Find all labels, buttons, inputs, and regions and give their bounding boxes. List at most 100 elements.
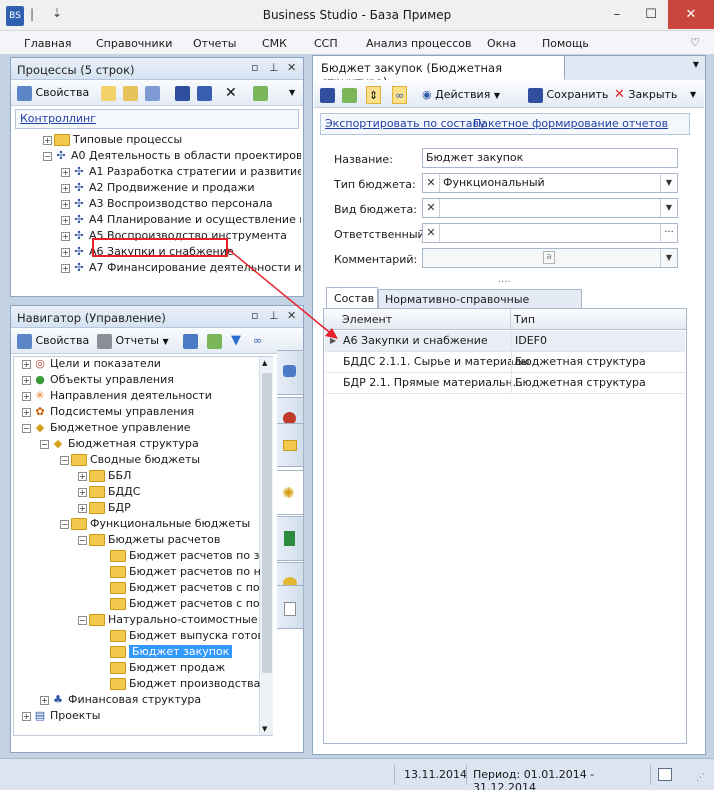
tab-reference-docs[interactable]: Нормативно-справочные документы — [378, 289, 582, 319]
properties-button[interactable]: Свойства — [17, 84, 89, 102]
save-icon[interactable] — [175, 84, 190, 102]
expand-icon[interactable]: + — [61, 167, 70, 177]
tree-item[interactable]: − Бюджеты расчетов — [78, 532, 220, 548]
splitter-grip[interactable]: .... — [498, 274, 511, 285]
resize-grip-icon[interactable]: ⋰ — [696, 773, 705, 783]
tree-item[interactable]: Бюджет выпуска готово — [110, 628, 260, 644]
menu-windows[interactable]: Окна — [487, 37, 516, 50]
tree-item[interactable]: + ✣ А3 Воспроизводство персонала — [61, 196, 273, 212]
tree-item[interactable]: − Функциональные бюджеты — [60, 516, 250, 532]
tree-item[interactable]: + БДР — [78, 500, 131, 516]
expand-icon[interactable]: + — [22, 391, 31, 401]
header-element[interactable]: Элемент — [342, 313, 392, 326]
side-tab-tag[interactable] — [277, 350, 304, 395]
panel-menu-icon[interactable]: ▫ — [251, 61, 258, 74]
dropdown-icon[interactable]: ▼ — [660, 174, 677, 192]
dropdown-icon[interactable]: ▼ — [660, 249, 677, 267]
table-row[interactable]: БДДС 2.1.1. Сырье и материалы Бюджетная … — [325, 352, 685, 373]
link-icon[interactable]: ∞ — [253, 332, 262, 350]
minimize-button[interactable]: – — [600, 0, 634, 29]
tree-item[interactable]: + БДДС — [78, 484, 140, 500]
ribbon-collapse-icon[interactable]: ♡ — [690, 36, 700, 49]
tree-item[interactable]: + ББЛ — [78, 468, 131, 484]
side-tab-document[interactable] — [277, 585, 304, 629]
pin-icon[interactable]: ⊥ — [269, 61, 279, 74]
save-all-icon[interactable] — [197, 84, 212, 102]
expand-fields-icon[interactable]: ⇕ — [366, 86, 382, 104]
tree-item[interactable]: Бюджет расчетов с пост — [110, 596, 260, 612]
expand-icon[interactable]: + — [61, 199, 70, 209]
properties-button[interactable]: Свойства — [17, 332, 89, 350]
collapse-icon[interactable]: − — [78, 615, 87, 625]
document-tab[interactable]: Бюджет закупок (Бюджетная структура) — [313, 56, 565, 89]
expand-icon[interactable]: + — [78, 503, 87, 513]
new-folder-icon[interactable] — [123, 84, 138, 102]
ellipsis-icon[interactable]: ··· — [660, 224, 677, 242]
tree-item[interactable]: + ✳ Направления деятельности — [22, 388, 212, 404]
clear-icon[interactable]: ✕ — [423, 199, 440, 217]
tree-item[interactable]: + ✣ А1 Разработка стратегии и развитие би — [61, 164, 301, 180]
vertical-scrollbar[interactable]: ▲ ▼ — [259, 357, 273, 735]
clear-icon[interactable]: ✕ — [423, 174, 440, 192]
expand-icon[interactable]: + — [78, 471, 87, 481]
close-window-button[interactable]: ✕ — [668, 0, 714, 29]
collapse-icon[interactable]: − — [60, 455, 69, 465]
responsible-field[interactable]: ✕ ··· — [422, 223, 678, 243]
delete-icon[interactable]: ✕ — [225, 84, 237, 102]
expand-icon[interactable]: + — [22, 375, 31, 385]
name-field[interactable]: Бюджет закупок — [422, 148, 678, 168]
panel-menu-icon[interactable]: ▫ — [251, 309, 258, 322]
new-item-icon[interactable] — [101, 84, 116, 102]
save-button[interactable]: Сохранить — [528, 86, 608, 104]
pin-icon[interactable]: ⊥ — [269, 309, 279, 322]
refresh-icon[interactable] — [253, 84, 268, 102]
tree-item[interactable]: + ✣ А2 Продвижение и продажи — [61, 180, 254, 196]
tree-item[interactable]: +✣А4 Планирование и осуществление прое — [61, 212, 301, 228]
filter-icon[interactable]: ▼ — [231, 332, 241, 350]
filter-link[interactable]: Контроллинг — [20, 112, 96, 125]
collapse-icon[interactable]: − — [40, 439, 49, 449]
budget-kind-field[interactable]: ✕ ▼ — [422, 198, 678, 218]
menu-home[interactable]: Главная — [24, 37, 72, 50]
tree-item[interactable]: +✣А7 Финансирование деятельности и рас — [61, 260, 301, 276]
menu-reports[interactable]: Отчеты — [193, 37, 236, 50]
table-row[interactable]: БДР 2.1. Прямые материальн... Бюджетная … — [325, 373, 685, 394]
tree-item[interactable]: + ◎ Цели и показатели — [22, 356, 161, 372]
scroll-up-icon[interactable]: ▲ — [262, 359, 267, 367]
expand-icon[interactable]: + — [61, 215, 70, 225]
batch-reports-link[interactable]: Пакетное формирование отчетов — [473, 117, 668, 130]
tree-item[interactable]: − Натурально-стоимостные б — [78, 612, 260, 628]
menu-qms[interactable]: СМК — [262, 37, 287, 50]
tree-item[interactable]: + Типовые процессы — [43, 132, 182, 148]
menu-bsc[interactable]: ССП — [314, 37, 338, 50]
tree-item-selected[interactable]: Бюджет закупок — [110, 644, 233, 660]
expand-icon[interactable]: + — [22, 407, 31, 417]
expand-icon[interactable]: + — [22, 359, 31, 369]
scroll-thumb[interactable] — [262, 373, 272, 673]
dropdown-icon[interactable]: ▼ — [660, 199, 677, 217]
maximize-button[interactable]: ☐ — [634, 0, 668, 29]
close-doc-button[interactable]: ✕ Закрыть — [614, 86, 677, 104]
header-type[interactable]: Тип — [514, 313, 535, 326]
tree-item[interactable]: + ♣ Финансовая структура — [40, 692, 201, 708]
new-process-icon[interactable] — [145, 84, 160, 102]
menu-process-analysis[interactable]: Анализ процессов — [366, 37, 471, 50]
refresh-icon[interactable] — [207, 332, 222, 350]
clear-icon[interactable]: ✕ — [423, 224, 440, 242]
expand-icon[interactable]: + — [43, 135, 52, 145]
tree-item[interactable]: Бюджет продаж — [110, 660, 225, 676]
expand-icon[interactable]: + — [61, 247, 70, 257]
reports-button[interactable]: Отчеты ▼ — [97, 332, 169, 350]
expand-icon[interactable]: + — [61, 231, 70, 241]
tree-item[interactable]: Бюджет расчетов с поку — [110, 580, 260, 596]
save-icon[interactable] — [320, 86, 335, 104]
go-icon[interactable] — [183, 332, 198, 350]
scroll-down-icon[interactable]: ▼ — [262, 725, 267, 733]
menu-references[interactable]: Справочники — [96, 37, 172, 50]
menu-help[interactable]: Помощь — [542, 37, 589, 50]
tree-item[interactable]: + ✿ Подсистемы управления — [22, 404, 194, 420]
tree-item[interactable]: − ✣ А0 Деятельность в области проектирован… — [43, 148, 301, 164]
expand-icon[interactable]: + — [22, 711, 31, 721]
tree-item[interactable]: − Сводные бюджеты — [60, 452, 200, 468]
expand-icon[interactable]: + — [61, 183, 70, 193]
